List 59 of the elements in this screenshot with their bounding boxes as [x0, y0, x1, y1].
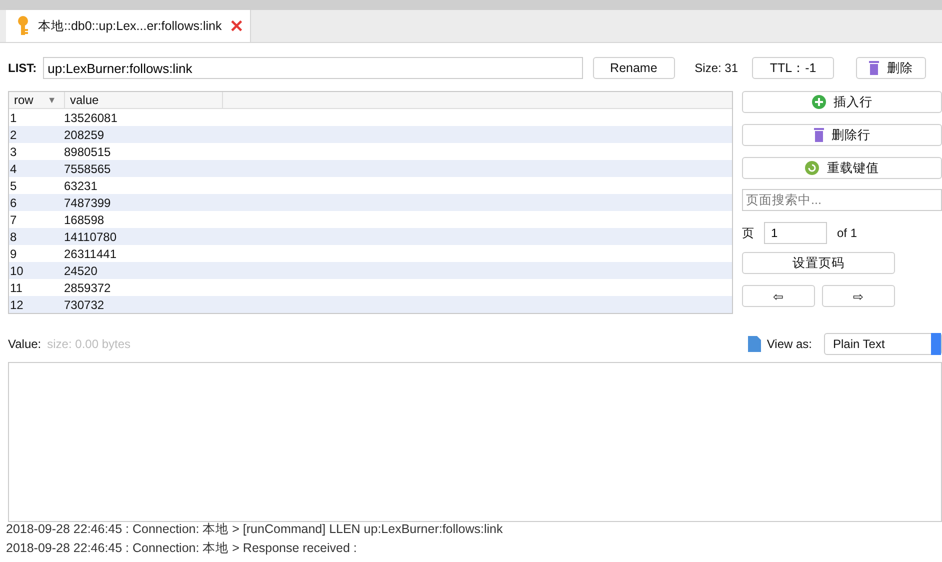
table-cell-text: 10 — [9, 264, 24, 278]
table-cell-text: 9 — [9, 246, 18, 260]
log-line: 2018-09-28 22:46:45 : Connection: 本地 > [runCommand] LLEN up:LexBurner:follows:link — [6, 521, 504, 538]
view-as-dropdown[interactable]: Plain Text — [824, 333, 942, 355]
table-cell-text: 8 — [9, 230, 18, 244]
column-header[interactable]: value — [70, 93, 99, 107]
insert-row-button[interactable]: 插入行 — [742, 91, 942, 113]
table-cell-text: 2 — [9, 128, 18, 142]
table-cell: 24520 — [63, 264, 98, 278]
plus-circle-icon — [812, 95, 826, 109]
table-cell: 2859372 — [63, 280, 111, 294]
log-line: 2018-09-28 22:46:45 : Connection: 本地 > Response received : — [6, 540, 358, 557]
table-cell: 168598 — [63, 212, 104, 226]
set-page-button[interactable]: 设置页码 — [742, 252, 895, 274]
table-cell-text: 6 — [9, 196, 18, 210]
refresh-icon — [805, 161, 819, 175]
key-tab[interactable]: 本地::db0::up:Lex...er:follows:link ✕ — [6, 10, 251, 42]
trash-icon — [869, 61, 880, 75]
table-cell-text: 5 — [9, 178, 18, 192]
table-cell-text: 11 — [9, 280, 24, 294]
table-cell-text: 1 — [9, 110, 18, 124]
next-page-button[interactable]: ⇨ — [822, 285, 895, 307]
table-cell: 63231 — [63, 178, 98, 192]
sort-icon[interactable]: ▼ — [47, 95, 56, 105]
value-size: size: 0.00 bytes — [47, 337, 131, 351]
table-cell: 8980515 — [63, 144, 111, 158]
value-editor[interactable] — [8, 362, 942, 522]
key-icon — [16, 16, 30, 36]
page-label: 页 — [742, 224, 754, 242]
tab-title: 本地::db0::up:Lex...er:follows:link — [38, 18, 222, 34]
delete-button[interactable]: 删除 — [856, 57, 926, 79]
table-cell: 730732 — [63, 298, 104, 312]
table-cell: 13526081 — [63, 110, 118, 124]
view-as-label: View as: — [766, 337, 812, 351]
size-label: Size: 31 — [694, 61, 738, 75]
page-field[interactable]: 1 — [764, 222, 827, 244]
table-cell: 14110780 — [63, 230, 116, 244]
table-cell: 208259 — [63, 128, 104, 142]
value-label: Value: — [8, 337, 42, 351]
table-cell-text: 3 — [9, 144, 18, 158]
close-icon[interactable]: ✕ — [230, 16, 244, 36]
table-cell-text: 4 — [9, 162, 18, 176]
previous-page-button[interactable]: ⇦ — [742, 285, 815, 307]
delete-row-button[interactable]: 删除行 — [742, 124, 942, 146]
table-cell: 26311441 — [63, 246, 116, 260]
document-icon — [748, 336, 761, 352]
table-cell-text: 12 — [9, 298, 24, 312]
ttl-button[interactable]: TTL：-1 — [752, 57, 834, 79]
search-field[interactable]: 页面搜索中... — [742, 189, 942, 211]
column-header[interactable]: row — [14, 93, 34, 107]
table-cell: 7558565 — [63, 162, 111, 176]
rename-button[interactable]: Rename — [592, 57, 675, 79]
table-cell-text: 7 — [9, 212, 18, 226]
table-cell: 7487399 — [63, 196, 111, 210]
reload-button[interactable]: 重载键值 — [742, 157, 942, 179]
page-count: of 1 — [837, 226, 858, 240]
key-name-field[interactable]: up:LexBurner:follows:link — [42, 57, 583, 79]
key-type-label: LIST: — [8, 61, 37, 75]
trash-icon — [814, 128, 824, 142]
